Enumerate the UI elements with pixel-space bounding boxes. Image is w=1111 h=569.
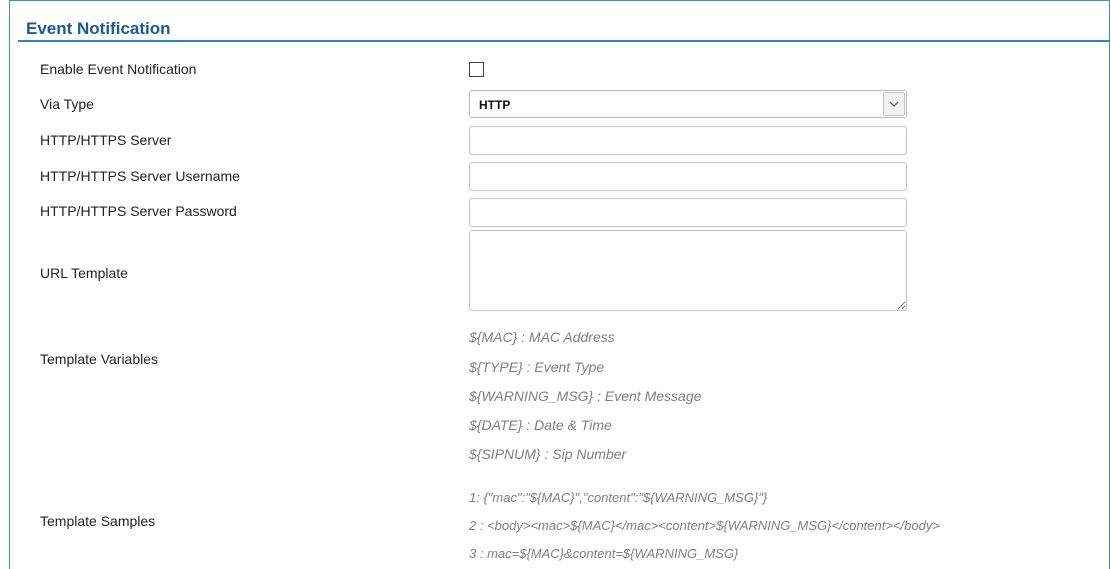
- template-samples-label: Template Samples: [40, 513, 156, 529]
- template-sample-1: 1: {"mac":"${MAC}","content":"${WARNING_…: [469, 490, 768, 505]
- server-label: HTTP/HTTPS Server: [40, 132, 172, 148]
- panel-border-top: [9, 0, 1110, 1]
- section-divider: [18, 40, 1110, 42]
- enable-notification-checkbox[interactable]: [469, 62, 484, 77]
- server-input[interactable]: [469, 126, 907, 155]
- via-type-select[interactable]: HTTP: [469, 90, 907, 118]
- panel-border-left: [9, 0, 10, 569]
- password-label: HTTP/HTTPS Server Password: [40, 203, 237, 219]
- template-sample-3: 3 : mac=${MAC}&content=${WARNING_MSG}: [469, 546, 739, 561]
- template-variable-mac: ${MAC} : MAC Address: [469, 329, 615, 345]
- template-variables-label: Template Variables: [40, 351, 159, 367]
- template-variable-warning-msg: ${WARNING_MSG} : Event Message: [469, 388, 702, 404]
- enable-notification-label: Enable Event Notification: [40, 61, 197, 77]
- chevron-down-icon[interactable]: [883, 92, 905, 116]
- url-template-textarea[interactable]: [469, 230, 907, 311]
- url-template-label: URL Template: [40, 265, 128, 281]
- template-variable-date: ${DATE} : Date & Time: [469, 417, 612, 433]
- template-sample-2: 2 : <body><mac>${MAC}</mac><content>${WA…: [469, 518, 940, 533]
- template-variable-type: ${TYPE} : Event Type: [469, 359, 605, 375]
- password-input[interactable]: [469, 198, 907, 227]
- section-title: Event Notification: [26, 19, 171, 38]
- via-type-value: HTTP: [479, 98, 511, 112]
- template-variable-sipnum: ${SIPNUM} : Sip Number: [469, 446, 627, 462]
- via-type-label: Via Type: [40, 96, 94, 112]
- username-label: HTTP/HTTPS Server Username: [40, 168, 240, 184]
- username-input[interactable]: [469, 162, 907, 191]
- panel-border-right: [1109, 0, 1110, 569]
